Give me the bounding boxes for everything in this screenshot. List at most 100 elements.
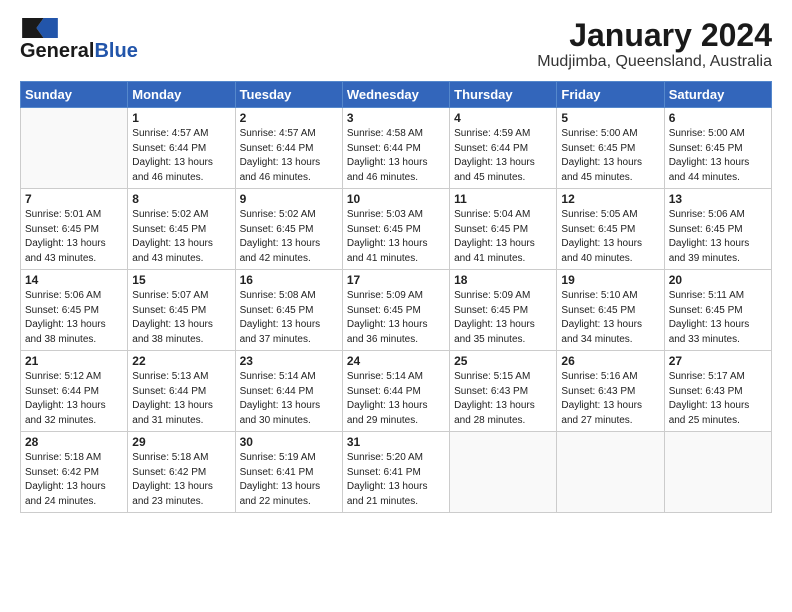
day-number: 7 <box>25 192 123 206</box>
day-info: Sunrise: 4:58 AM Sunset: 6:44 PM Dayligh… <box>347 127 445 185</box>
calendar-subtitle: Mudjimba, Queensland, Australia <box>537 53 772 71</box>
day-info: Sunrise: 5:02 AM Sunset: 6:45 PM Dayligh… <box>132 208 230 266</box>
calendar-cell: 24 Sunrise: 5:14 AM Sunset: 6:44 PM Dayli… <box>342 351 449 432</box>
day-info: Sunrise: 5:07 AM Sunset: 6:45 PM Dayligh… <box>132 289 230 347</box>
day-info: Sunrise: 5:00 AM Sunset: 6:45 PM Dayligh… <box>669 127 767 185</box>
day-number: 4 <box>454 111 552 125</box>
calendar-cell: 8 Sunrise: 5:02 AM Sunset: 6:45 PM Daylig… <box>128 189 235 270</box>
calendar-cell: 6Sunrise: 5:00 AM Sunset: 6:45 PM Daylig… <box>664 108 771 189</box>
calendar-cell: 25 Sunrise: 5:15 AM Sunset: 6:43 PM Dayli… <box>450 351 557 432</box>
logo: General Blue <box>20 18 138 63</box>
logo-svg <box>20 18 60 38</box>
week-row-0: 1 Sunrise: 4:57 AM Sunset: 6:44 PM Daylig… <box>21 108 772 189</box>
day-number: 1 <box>132 111 230 125</box>
day-info: Sunrise: 5:17 AM Sunset: 6:43 PM Dayligh… <box>669 370 767 428</box>
day-info: Sunrise: 5:08 AM Sunset: 6:45 PM Dayligh… <box>240 289 338 347</box>
day-info: Sunrise: 5:11 AM Sunset: 6:45 PM Dayligh… <box>669 289 767 347</box>
day-number: 14 <box>25 273 123 287</box>
day-info: Sunrise: 5:20 AM Sunset: 6:41 PM Dayligh… <box>347 451 445 509</box>
logo-blue: Blue <box>94 40 137 63</box>
header-wednesday: Wednesday <box>342 82 449 108</box>
day-number: 9 <box>240 192 338 206</box>
calendar-cell: 9Sunrise: 5:02 AM Sunset: 6:45 PM Daylig… <box>235 189 342 270</box>
day-info: Sunrise: 5:13 AM Sunset: 6:44 PM Dayligh… <box>132 370 230 428</box>
calendar-cell <box>450 432 557 513</box>
calendar-cell: 23Sunrise: 5:14 AM Sunset: 6:44 PM Dayli… <box>235 351 342 432</box>
calendar-cell: 22Sunrise: 5:13 AM Sunset: 6:44 PM Dayli… <box>128 351 235 432</box>
day-info: Sunrise: 5:05 AM Sunset: 6:45 PM Dayligh… <box>561 208 659 266</box>
calendar-cell: 1Sunrise: 4:57 AM Sunset: 6:44 PM Daylig… <box>128 108 235 189</box>
calendar-cell <box>557 432 664 513</box>
week-row-2: 14 Sunrise: 5:06 AM Sunset: 6:45 PM Dayli… <box>21 270 772 351</box>
day-number: 20 <box>669 273 767 287</box>
calendar-cell: 21 Sunrise: 5:12 AM Sunset: 6:44 PM Dayli… <box>21 351 128 432</box>
calendar-cell: 18 Sunrise: 5:09 AM Sunset: 6:45 PM Dayli… <box>450 270 557 351</box>
day-number: 11 <box>454 192 552 206</box>
logo-general: General <box>20 40 94 63</box>
day-number: 2 <box>240 111 338 125</box>
header-sunday: Sunday <box>21 82 128 108</box>
day-info: Sunrise: 5:06 AM Sunset: 6:45 PM Dayligh… <box>669 208 767 266</box>
day-number: 26 <box>561 354 659 368</box>
day-info: Sunrise: 5:06 AM Sunset: 6:45 PM Dayligh… <box>25 289 123 347</box>
calendar-cell: 3 Sunrise: 4:58 AM Sunset: 6:44 PM Daylig… <box>342 108 449 189</box>
calendar-cell: 20 Sunrise: 5:11 AM Sunset: 6:45 PM Dayli… <box>664 270 771 351</box>
day-info: Sunrise: 5:12 AM Sunset: 6:44 PM Dayligh… <box>25 370 123 428</box>
calendar-header-row: SundayMondayTuesdayWednesdayThursdayFrid… <box>21 82 772 108</box>
page: General Blue January 2024 Mudjimba, Quee… <box>0 0 792 523</box>
calendar-cell: 12 Sunrise: 5:05 AM Sunset: 6:45 PM Dayli… <box>557 189 664 270</box>
day-info: Sunrise: 5:09 AM Sunset: 6:45 PM Dayligh… <box>454 289 552 347</box>
day-number: 18 <box>454 273 552 287</box>
day-number: 17 <box>347 273 445 287</box>
week-row-3: 21 Sunrise: 5:12 AM Sunset: 6:44 PM Dayli… <box>21 351 772 432</box>
calendar-cell: 15 Sunrise: 5:07 AM Sunset: 6:45 PM Dayli… <box>128 270 235 351</box>
day-number: 30 <box>240 435 338 449</box>
calendar-cell: 19 Sunrise: 5:10 AM Sunset: 6:45 PM Dayli… <box>557 270 664 351</box>
calendar-cell: 10 Sunrise: 5:03 AM Sunset: 6:45 PM Dayli… <box>342 189 449 270</box>
day-number: 8 <box>132 192 230 206</box>
day-info: Sunrise: 5:14 AM Sunset: 6:44 PM Dayligh… <box>347 370 445 428</box>
calendar-cell: 17 Sunrise: 5:09 AM Sunset: 6:45 PM Dayli… <box>342 270 449 351</box>
calendar-cell: 29Sunrise: 5:18 AM Sunset: 6:42 PM Dayli… <box>128 432 235 513</box>
calendar-cell: 30 Sunrise: 5:19 AM Sunset: 6:41 PM Dayli… <box>235 432 342 513</box>
day-number: 12 <box>561 192 659 206</box>
calendar-cell: 16Sunrise: 5:08 AM Sunset: 6:45 PM Dayli… <box>235 270 342 351</box>
day-info: Sunrise: 5:04 AM Sunset: 6:45 PM Dayligh… <box>454 208 552 266</box>
day-number: 25 <box>454 354 552 368</box>
day-number: 28 <box>25 435 123 449</box>
day-info: Sunrise: 5:19 AM Sunset: 6:41 PM Dayligh… <box>240 451 338 509</box>
header-tuesday: Tuesday <box>235 82 342 108</box>
day-info: Sunrise: 5:14 AM Sunset: 6:44 PM Dayligh… <box>240 370 338 428</box>
day-number: 24 <box>347 354 445 368</box>
day-number: 5 <box>561 111 659 125</box>
day-info: Sunrise: 5:16 AM Sunset: 6:43 PM Dayligh… <box>561 370 659 428</box>
day-info: Sunrise: 5:10 AM Sunset: 6:45 PM Dayligh… <box>561 289 659 347</box>
day-number: 15 <box>132 273 230 287</box>
header-thursday: Thursday <box>450 82 557 108</box>
day-info: Sunrise: 4:59 AM Sunset: 6:44 PM Dayligh… <box>454 127 552 185</box>
calendar-cell: 28 Sunrise: 5:18 AM Sunset: 6:42 PM Dayli… <box>21 432 128 513</box>
title-area: January 2024 Mudjimba, Queensland, Austr… <box>537 18 772 71</box>
day-number: 21 <box>25 354 123 368</box>
calendar-cell: 13Sunrise: 5:06 AM Sunset: 6:45 PM Dayli… <box>664 189 771 270</box>
calendar-cell: 27Sunrise: 5:17 AM Sunset: 6:43 PM Dayli… <box>664 351 771 432</box>
calendar-cell <box>664 432 771 513</box>
calendar-cell <box>21 108 128 189</box>
week-row-1: 7Sunrise: 5:01 AM Sunset: 6:45 PM Daylig… <box>21 189 772 270</box>
calendar-cell: 26 Sunrise: 5:16 AM Sunset: 6:43 PM Dayli… <box>557 351 664 432</box>
day-number: 10 <box>347 192 445 206</box>
calendar-cell: 14 Sunrise: 5:06 AM Sunset: 6:45 PM Dayli… <box>21 270 128 351</box>
day-info: Sunrise: 5:18 AM Sunset: 6:42 PM Dayligh… <box>25 451 123 509</box>
calendar-cell: 2 Sunrise: 4:57 AM Sunset: 6:44 PM Daylig… <box>235 108 342 189</box>
header-friday: Friday <box>557 82 664 108</box>
calendar-cell: 31 Sunrise: 5:20 AM Sunset: 6:41 PM Dayli… <box>342 432 449 513</box>
day-info: Sunrise: 5:03 AM Sunset: 6:45 PM Dayligh… <box>347 208 445 266</box>
day-number: 19 <box>561 273 659 287</box>
calendar-cell: 11 Sunrise: 5:04 AM Sunset: 6:45 PM Dayli… <box>450 189 557 270</box>
day-number: 3 <box>347 111 445 125</box>
day-info: Sunrise: 5:09 AM Sunset: 6:45 PM Dayligh… <box>347 289 445 347</box>
calendar-cell: 4 Sunrise: 4:59 AM Sunset: 6:44 PM Daylig… <box>450 108 557 189</box>
day-info: Sunrise: 5:15 AM Sunset: 6:43 PM Dayligh… <box>454 370 552 428</box>
day-number: 31 <box>347 435 445 449</box>
day-info: Sunrise: 4:57 AM Sunset: 6:44 PM Dayligh… <box>240 127 338 185</box>
